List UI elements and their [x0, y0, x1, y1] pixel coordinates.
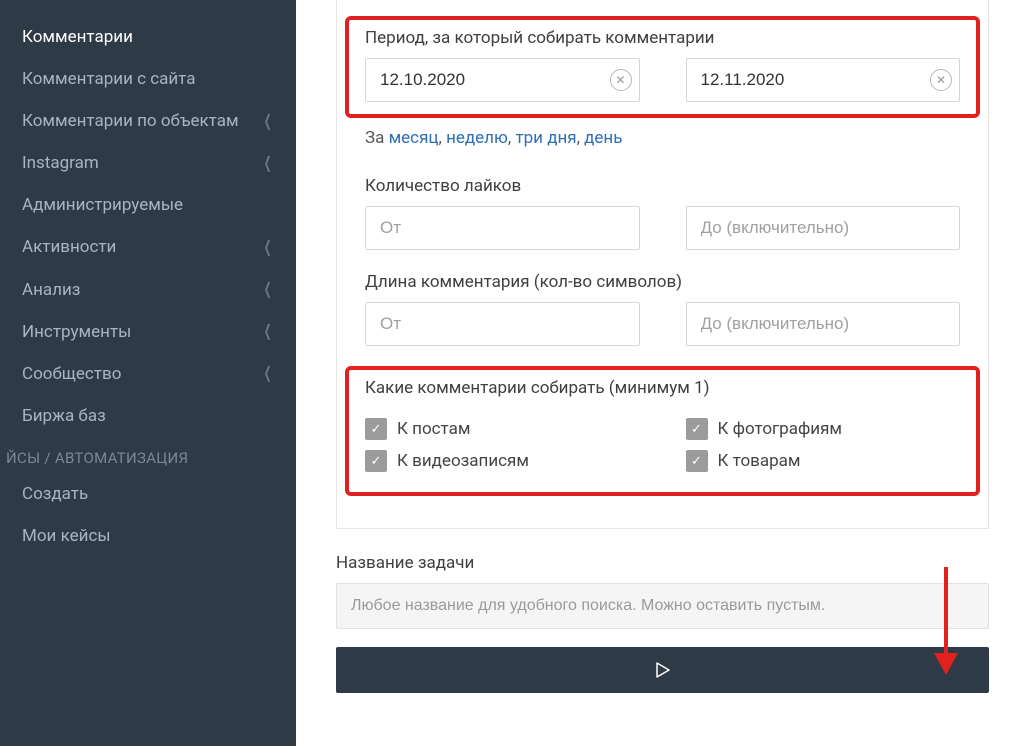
- chevron-left-icon: ❮: [263, 237, 271, 258]
- chevron-left-icon: ❮: [263, 279, 271, 300]
- sidebar-item-instagram[interactable]: Instagram ❮: [0, 142, 296, 184]
- period-quick-links: За месяц, неделю, три дня, день: [365, 128, 960, 148]
- likes-label: Количество лайков: [365, 176, 960, 196]
- sidebar-item-analysis[interactable]: Анализ ❮: [0, 269, 296, 311]
- chevron-left-icon: ❮: [263, 153, 271, 174]
- checkbox-videos-row[interactable]: ✓ К видеозаписям: [365, 450, 640, 472]
- sidebar-item-label: Администрируемые: [22, 194, 274, 216]
- checkbox-posts-row[interactable]: ✓ К постам: [365, 418, 640, 440]
- quick-link-day[interactable]: день: [584, 128, 622, 148]
- date-to-input[interactable]: [686, 58, 961, 102]
- checkbox-posts[interactable]: ✓: [365, 418, 387, 440]
- sidebar-item-bases-market[interactable]: Биржа баз: [0, 395, 296, 437]
- clear-date-from-icon[interactable]: ✕: [610, 69, 632, 91]
- sidebar-item-object-comments[interactable]: Комментарии по объектам ❮: [0, 100, 296, 142]
- date-from-wrap: ✕: [365, 58, 640, 102]
- sidebar-item-activities[interactable]: Активности ❮: [0, 226, 296, 268]
- chevron-left-icon: ❮: [263, 111, 271, 132]
- quick-link-three-days[interactable]: три дня: [515, 128, 576, 148]
- sidebar-item-label: Анализ: [22, 279, 261, 301]
- sidebar-item-label: Инструменты: [22, 321, 261, 343]
- types-group: Какие комментарии собирать (минимум 1) ✓…: [345, 366, 980, 496]
- sidebar: Комментарии Комментарии с сайта Коммента…: [0, 0, 296, 746]
- length-group: Длина комментария (кол-во символов): [365, 272, 960, 346]
- period-label: Период, за который собирать комментарии: [365, 28, 960, 48]
- checkbox-photos-label: К фотографиям: [718, 419, 843, 439]
- period-group: Период, за который собирать комментарии …: [345, 16, 980, 118]
- quick-link-week[interactable]: неделю: [446, 128, 508, 148]
- clear-date-to-icon[interactable]: ✕: [930, 69, 952, 91]
- checkbox-goods-row[interactable]: ✓ К товарам: [686, 450, 961, 472]
- checkbox-goods[interactable]: ✓: [686, 450, 708, 472]
- likes-group: Количество лайков: [365, 176, 960, 250]
- sidebar-item-label: Активности: [22, 236, 261, 258]
- sidebar-item-tools[interactable]: Инструменты ❮: [0, 311, 296, 353]
- sidebar-item-comments[interactable]: Комментарии: [0, 16, 296, 58]
- sidebar-item-label: Комментарии: [22, 26, 274, 48]
- checkbox-posts-label: К постам: [397, 419, 470, 439]
- task-name-input[interactable]: [336, 583, 989, 629]
- checkbox-photos-row[interactable]: ✓ К фотографиям: [686, 418, 961, 440]
- main-content: Период, за который собирать комментарии …: [296, 0, 1029, 746]
- quick-prefix: За: [365, 128, 389, 148]
- length-label: Длина комментария (кол-во символов): [365, 272, 960, 292]
- checkbox-videos-label: К видеозаписям: [397, 451, 529, 471]
- types-label: Какие комментарии собирать (минимум 1): [365, 378, 960, 398]
- checkbox-goods-label: К товарам: [718, 451, 801, 471]
- sidebar-item-community[interactable]: Сообщество ❮: [0, 353, 296, 395]
- run-button[interactable]: [336, 647, 989, 693]
- date-from-input[interactable]: [365, 58, 640, 102]
- footer: Название задачи: [336, 553, 989, 693]
- sidebar-item-label: Биржа баз: [22, 405, 274, 427]
- checkbox-videos[interactable]: ✓: [365, 450, 387, 472]
- sidebar-section-label: ЙСЫ / АВТОМАТИЗАЦИЯ: [0, 437, 296, 473]
- chevron-left-icon: ❮: [263, 321, 271, 342]
- length-to-input[interactable]: [686, 302, 961, 346]
- sidebar-item-label: Создать: [22, 483, 274, 505]
- sidebar-item-label: Instagram: [22, 152, 261, 174]
- checkbox-photos[interactable]: ✓: [686, 418, 708, 440]
- sidebar-item-my-cases[interactable]: Мои кейсы: [0, 515, 296, 557]
- task-label: Название задачи: [336, 553, 989, 573]
- sidebar-item-label: Комментарии с сайта: [22, 68, 274, 90]
- play-icon: [656, 662, 670, 678]
- sidebar-item-create[interactable]: Создать: [0, 473, 296, 515]
- date-to-wrap: ✕: [686, 58, 961, 102]
- sidebar-item-label: Сообщество: [22, 363, 261, 385]
- length-from-input[interactable]: [365, 302, 640, 346]
- chevron-left-icon: ❮: [263, 363, 271, 384]
- sidebar-item-label: Мои кейсы: [22, 525, 274, 547]
- quick-link-month[interactable]: месяц: [389, 128, 439, 148]
- settings-card: Период, за который собирать комментарии …: [336, 0, 989, 529]
- likes-to-input[interactable]: [686, 206, 961, 250]
- sidebar-item-label: Комментарии по объектам: [22, 110, 261, 132]
- sidebar-item-site-comments[interactable]: Комментарии с сайта: [0, 58, 296, 100]
- likes-from-input[interactable]: [365, 206, 640, 250]
- sidebar-item-administered[interactable]: Администрируемые: [0, 184, 296, 226]
